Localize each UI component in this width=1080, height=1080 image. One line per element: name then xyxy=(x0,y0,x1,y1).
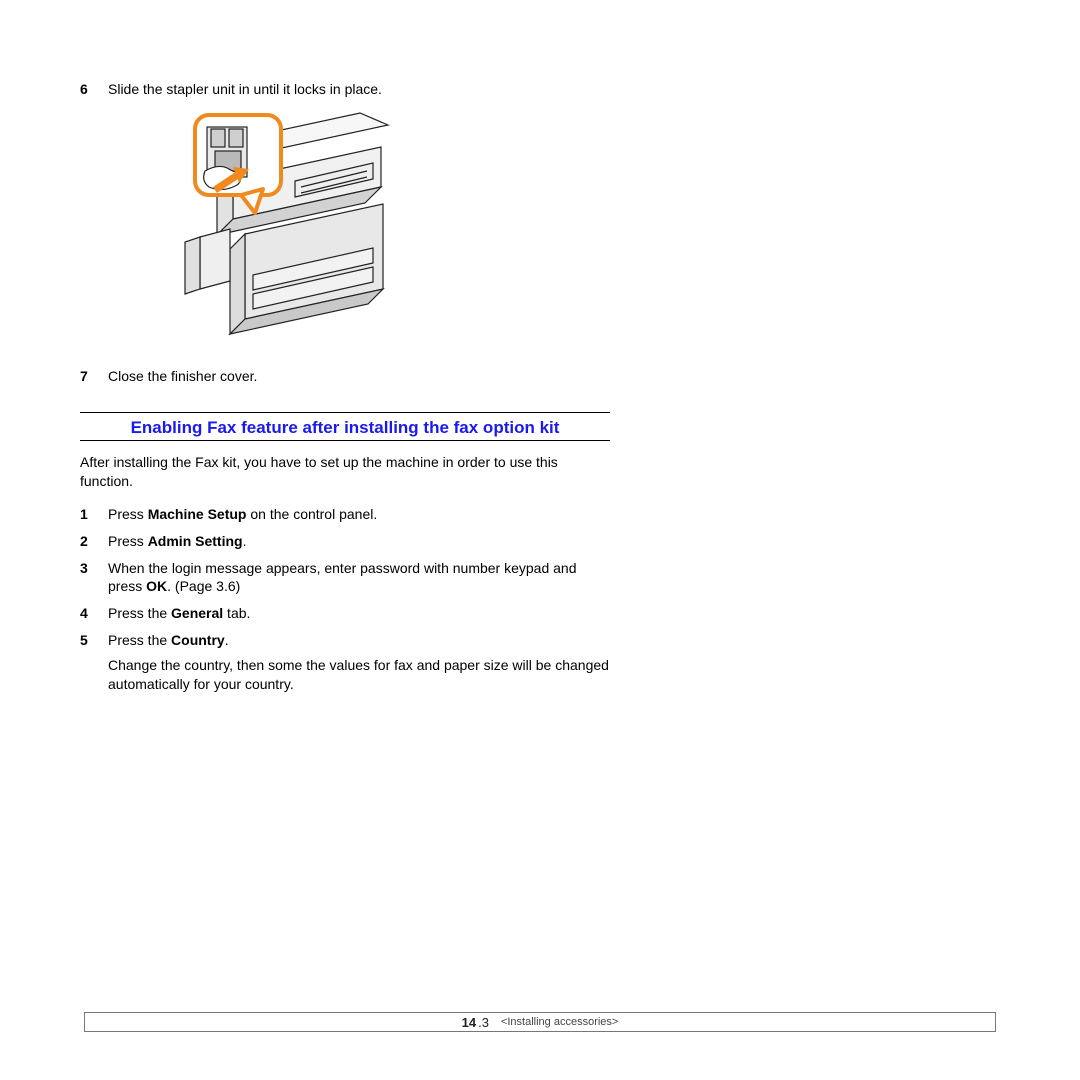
step-number: 6 xyxy=(80,80,108,99)
step-text: Slide the stapler unit in until it locks… xyxy=(108,80,610,99)
step-number: 7 xyxy=(80,367,108,386)
fax-step-4: 4 Press the General tab. xyxy=(80,604,610,623)
fax-step-1: 1 Press Machine Setup on the control pan… xyxy=(80,505,610,524)
page-footer: 14.3 <Installing accessories> xyxy=(84,1012,996,1032)
intro-paragraph: After installing the Fax kit, you have t… xyxy=(80,453,610,491)
section-title-link[interactable]: Enabling Fax feature after installing th… xyxy=(131,417,560,438)
step-text: Close the finisher cover. xyxy=(108,367,610,386)
fax-step-3: 3 When the login message appears, enter … xyxy=(80,559,610,597)
manual-page: 6 Slide the stapler unit in until it loc… xyxy=(0,0,1080,1080)
step-text: Press Machine Setup on the control panel… xyxy=(108,505,610,524)
step-text: Press the Country. Change the country, t… xyxy=(108,631,610,694)
step-text: Press Admin Setting. xyxy=(108,532,610,551)
printer-illustration-icon xyxy=(145,109,405,349)
page-number-sub: .3 xyxy=(478,1015,489,1030)
step-text: Press the General tab. xyxy=(108,604,610,623)
content-column: 6 Slide the stapler unit in until it loc… xyxy=(80,80,610,702)
fax-step-2: 2 Press Admin Setting. xyxy=(80,532,610,551)
section-title: Enabling Fax feature after installing th… xyxy=(80,413,610,440)
fax-step-5: 5 Press the Country. Change the country,… xyxy=(80,631,610,694)
step-number: 5 xyxy=(80,631,108,650)
step-number: 3 xyxy=(80,559,108,578)
step-6: 6 Slide the stapler unit in until it loc… xyxy=(80,80,610,99)
printer-stapler-figure xyxy=(145,109,610,349)
page-number-chapter: 14 xyxy=(462,1015,476,1030)
section-heading: Enabling Fax feature after installing th… xyxy=(80,412,610,441)
step-text: When the login message appears, enter pa… xyxy=(108,559,610,597)
step-number: 4 xyxy=(80,604,108,623)
step-number: 1 xyxy=(80,505,108,524)
step-7: 7 Close the finisher cover. xyxy=(80,367,610,386)
step-number: 2 xyxy=(80,532,108,551)
rule-bottom xyxy=(80,440,610,441)
footer-breadcrumb: <Installing accessories> xyxy=(501,1016,618,1028)
step-5-note: Change the country, then some the values… xyxy=(108,656,610,694)
